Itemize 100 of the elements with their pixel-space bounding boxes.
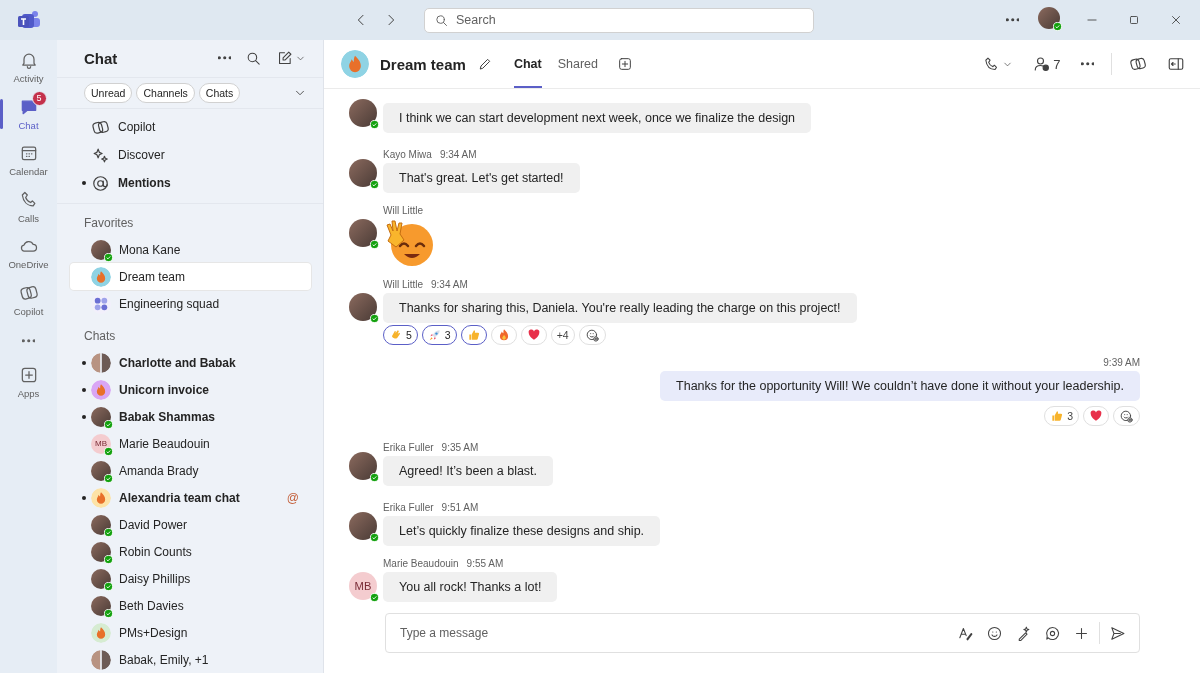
chat-list-item[interactable]: Mona Kane [70,236,311,263]
message-composer[interactable]: Type a message [385,613,1140,653]
heart-emoji-icon [1089,409,1103,423]
chat-list-item[interactable]: Charlotte and Babak [70,349,311,376]
chat-list-item[interactable]: Babak, Emily, +1 [70,646,311,673]
pinned-item[interactable]: Copilot [70,113,311,141]
reaction-button[interactable]: +4 [550,325,575,345]
participants-button[interactable]: 7 [1030,52,1064,76]
chat-name: Amanda Brady [119,463,199,478]
more-icon [217,56,231,61]
thumbs-up-emoji-icon [1050,409,1065,423]
unread-dot-icon [82,181,86,185]
avatar-placeholder [1038,7,1060,29]
avatar-placeholder [91,406,111,427]
group-avatar-icon [91,649,111,670]
chat-list-item[interactable]: Dream team [70,263,311,290]
chat-list-item[interactable]: David Power [70,511,311,538]
reaction-button[interactable] [460,325,487,345]
tab[interactable]: Chat [513,40,542,88]
message-time: 9:34 AM [439,149,477,160]
chat-list-item[interactable]: MB Marie Beaudouin [70,430,311,457]
section-heading: Favorites [83,215,135,232]
message-author: Erika Fuller [383,502,434,513]
chat-list-item[interactable]: PMs+Design [70,619,311,646]
reaction-count: 3 [444,329,451,341]
chat-name: Robin Counts [119,544,192,559]
search-field[interactable]: Search [424,7,814,33]
more-icon [21,339,36,343]
chat-name: Alexandria team chat [119,490,240,505]
group-avatar-icon [91,352,111,373]
rail-item[interactable]: Copilot [0,276,57,323]
message-time: 9:51 AM [441,502,479,513]
loop-icon [1044,624,1061,642]
chat-name: Mona Kane [119,242,181,257]
filter-chip[interactable]: Chats [198,82,241,103]
chat-name: Babak Shammas [119,409,216,424]
add-reaction-button[interactable] [1113,406,1140,426]
chat-name: Engineering squad [119,296,220,311]
copilot-icon [1129,55,1147,73]
avatar-placeholder [349,159,377,187]
message-author: Marie Beaudouin [383,558,459,569]
chat-list-item[interactable]: Amanda Brady [70,457,311,484]
filter-chip[interactable]: Channels [136,82,195,103]
add-reaction-icon [1119,408,1134,424]
message-author: Erika Fuller [383,442,434,453]
mention-indicator: @ [286,490,299,505]
panel-title: Chat [84,49,119,67]
chat-list-item[interactable]: Babak Shammas [70,403,311,430]
chat-name: Unicorn invoice [119,382,210,397]
section-heading: Chats [83,328,117,345]
avatar-placeholder [349,219,377,247]
reaction-count: 5 [406,329,412,341]
add-reaction-icon [584,327,600,343]
avatar-placeholder [91,595,111,616]
close-icon [1169,13,1183,27]
more-icon [1080,62,1094,66]
message-bubble: Thanks for the opportunity Will! We couldn’t have done it without your leadership. [660,371,1140,401]
chat-list-item[interactable]: Alexandria team chat @ [70,484,311,511]
emoji-sticker-drawing [383,219,435,267]
chat-name: PMs+Design [119,625,188,640]
rail-item[interactable]: Activity [0,44,57,91]
message-author: Will Little [383,205,423,216]
unread-dot-icon [82,360,86,365]
message-bubble: You all rock! Thanks a lot! [383,572,558,602]
message-bubble: Let’s quickly finalize these designs and ship. [383,516,661,546]
reaction-count: 3 [1067,410,1073,422]
message-time: 9:34 AM [431,279,468,290]
chat-list-item[interactable]: Engineering squad [70,290,311,317]
reaction-button[interactable]: 3 [421,325,457,345]
chat-list-item[interactable]: Robin Counts [70,538,311,565]
at-sign-icon [91,173,110,193]
chat-name: Babak, Emily, +1 [119,652,209,667]
tab[interactable]: Shared [557,40,598,88]
chat-list-item[interactable]: Beth Davies [70,592,311,619]
rail-item[interactable]: 5 Chat [0,90,57,137]
message-time: 9:55 AM [466,558,504,569]
message-time: 9:39 AM [1103,357,1140,368]
add-icon [617,56,633,72]
thumbs-up-emoji-icon [466,328,481,342]
rail-item[interactable]: Calendar [0,137,57,184]
heart-emoji-icon [526,328,541,342]
rail-item[interactable]: Calls [0,183,57,230]
message-time: 9:35 AM [441,442,479,453]
chat-list-item[interactable]: Daisy Phillips [70,565,311,592]
reaction-button[interactable]: 5 [383,325,418,345]
rail-item[interactable]: OneDrive [0,230,57,277]
apps-button[interactable]: Apps [0,359,57,406]
avatar-placeholder [91,514,111,535]
avatar-placeholder [349,452,377,480]
send-icon [1109,624,1126,642]
filter-chip[interactable]: Unread [84,82,133,103]
chat-name: Charlotte and Babak [119,355,236,370]
reaction-button[interactable]: 3 [1044,406,1079,426]
message-input[interactable]: Type a message [398,625,954,641]
add-reaction-button[interactable] [578,325,606,345]
rocket-emoji-icon [427,328,442,342]
pinned-item[interactable]: Discover [70,141,311,169]
chat-list-item[interactable]: Unicorn invoice [70,376,311,403]
pinned-item[interactable]: Mentions [70,169,311,197]
emoji-icon [986,624,1003,642]
